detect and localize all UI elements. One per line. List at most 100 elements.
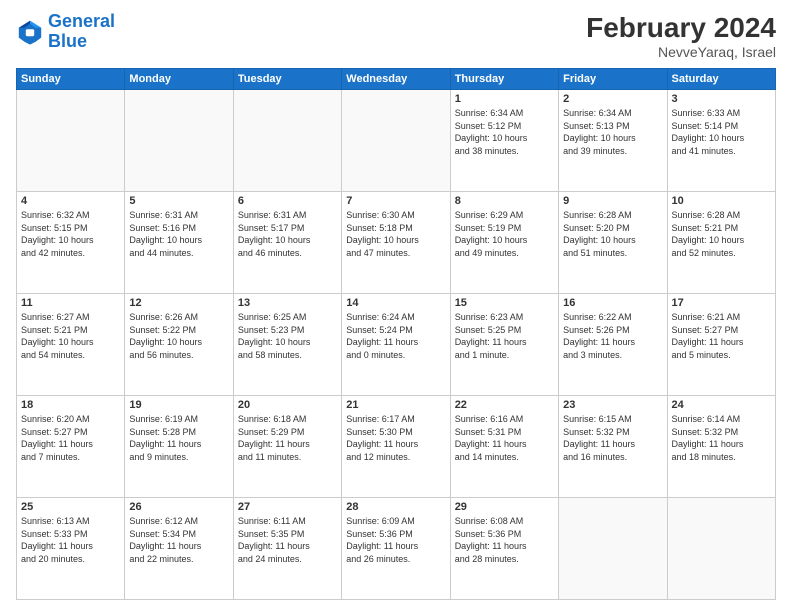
calendar-cell: 18 Sunrise: 6:20 AMSunset: 5:27 PMDayligh… [17, 396, 125, 498]
header: GeneralBlue February 2024 NevveYaraq, Is… [16, 12, 776, 60]
calendar-cell: 23Sunrise: 6:15 AMSunset: 5:32 PMDayligh… [559, 396, 667, 498]
calendar-cell: 12 Sunrise: 6:26 AMSunset: 5:22 PMDayligh… [125, 294, 233, 396]
calendar-cell: 24 Sunrise: 6:14 AMSunset: 5:32 PMDayligh… [667, 396, 775, 498]
day-number: 10 [672, 195, 771, 207]
calendar-cell: 10 Sunrise: 6:28 AMSunset: 5:21 PMDayligh… [667, 192, 775, 294]
day-info: Sunrise: 6:15 AMSunset: 5:32 PMDaylight:… [563, 413, 662, 463]
calendar-cell: 13 Sunrise: 6:25 AMSunset: 5:23 PMDayligh… [233, 294, 341, 396]
weekday-header-row: Sunday Monday Tuesday Wednesday Thursday… [17, 69, 776, 90]
day-number: 2 [563, 93, 662, 105]
month-year-title: February 2024 [586, 12, 776, 44]
day-number: 24 [672, 399, 771, 411]
day-number: 13 [238, 297, 337, 309]
day-info: Sunrise: 6:34 AMSunset: 5:13 PMDaylight:… [563, 107, 662, 157]
day-info: Sunrise: 6:31 AMSunset: 5:16 PMDaylight:… [129, 209, 228, 259]
day-info: Sunrise: 6:30 AMSunset: 5:18 PMDaylight:… [346, 209, 445, 259]
calendar-week-5: 25Sunrise: 6:13 AMSunset: 5:33 PMDayligh… [17, 498, 776, 600]
calendar-week-2: 4Sunrise: 6:32 AMSunset: 5:15 PMDaylight… [17, 192, 776, 294]
calendar-cell: 25Sunrise: 6:13 AMSunset: 5:33 PMDayligh… [17, 498, 125, 600]
title-block: February 2024 NevveYaraq, Israel [586, 12, 776, 60]
day-number: 29 [455, 501, 554, 513]
calendar-cell: 20 Sunrise: 6:18 AMSunset: 5:29 PMDayligh… [233, 396, 341, 498]
day-number: 20 [238, 399, 337, 411]
calendar-cell: 3Sunrise: 6:33 AMSunset: 5:14 PMDaylight… [667, 90, 775, 192]
day-number: 19 [129, 399, 228, 411]
day-number: 16 [563, 297, 662, 309]
logo-text: GeneralBlue [48, 12, 115, 52]
calendar-cell: 27 Sunrise: 6:11 AMSunset: 5:35 PMDayligh… [233, 498, 341, 600]
day-number: 15 [455, 297, 554, 309]
header-monday: Monday [125, 69, 233, 90]
calendar-week-4: 18 Sunrise: 6:20 AMSunset: 5:27 PMDayligh… [17, 396, 776, 498]
calendar-cell: 8 Sunrise: 6:29 AMSunset: 5:19 PMDaylight… [450, 192, 558, 294]
calendar-cell: 14Sunrise: 6:24 AMSunset: 5:24 PMDayligh… [342, 294, 450, 396]
day-number: 21 [346, 399, 445, 411]
day-number: 18 [21, 399, 120, 411]
calendar-cell: 17 Sunrise: 6:21 AMSunset: 5:27 PMDayligh… [667, 294, 775, 396]
day-info: Sunrise: 6:24 AMSunset: 5:24 PMDaylight:… [346, 311, 445, 361]
day-number: 12 [129, 297, 228, 309]
day-number: 27 [238, 501, 337, 513]
day-info: Sunrise: 6:29 AMSunset: 5:19 PMDaylight:… [455, 209, 554, 259]
calendar-cell: 15 Sunrise: 6:23 AMSunset: 5:25 PMDayligh… [450, 294, 558, 396]
day-info: Sunrise: 6:16 AMSunset: 5:31 PMDaylight:… [455, 413, 554, 463]
calendar-cell [342, 90, 450, 192]
day-number: 28 [346, 501, 445, 513]
header-wednesday: Wednesday [342, 69, 450, 90]
calendar-cell: 7 Sunrise: 6:30 AMSunset: 5:18 PMDaylight… [342, 192, 450, 294]
day-number: 8 [455, 195, 554, 207]
calendar-cell: 6 Sunrise: 6:31 AMSunset: 5:17 PMDaylight… [233, 192, 341, 294]
day-info: Sunrise: 6:34 AMSunset: 5:12 PMDaylight:… [455, 107, 554, 157]
day-info: Sunrise: 6:33 AMSunset: 5:14 PMDaylight:… [672, 107, 771, 157]
calendar-week-3: 11 Sunrise: 6:27 AMSunset: 5:21 PMDayligh… [17, 294, 776, 396]
calendar-cell: 21 Sunrise: 6:17 AMSunset: 5:30 PMDayligh… [342, 396, 450, 498]
day-number: 6 [238, 195, 337, 207]
day-info: Sunrise: 6:09 AMSunset: 5:36 PMDaylight:… [346, 515, 445, 565]
calendar-cell [559, 498, 667, 600]
calendar-cell: 26 Sunrise: 6:12 AMSunset: 5:34 PMDayligh… [125, 498, 233, 600]
day-info: Sunrise: 6:23 AMSunset: 5:25 PMDaylight:… [455, 311, 554, 361]
day-info: Sunrise: 6:31 AMSunset: 5:17 PMDaylight:… [238, 209, 337, 259]
calendar-cell: 28 Sunrise: 6:09 AMSunset: 5:36 PMDayligh… [342, 498, 450, 600]
day-number: 11 [21, 297, 120, 309]
day-info: Sunrise: 6:21 AMSunset: 5:27 PMDaylight:… [672, 311, 771, 361]
day-number: 26 [129, 501, 228, 513]
calendar-cell: 2 Sunrise: 6:34 AMSunset: 5:13 PMDaylight… [559, 90, 667, 192]
day-info: Sunrise: 6:22 AMSunset: 5:26 PMDaylight:… [563, 311, 662, 361]
day-info: Sunrise: 6:12 AMSunset: 5:34 PMDaylight:… [129, 515, 228, 565]
day-number: 7 [346, 195, 445, 207]
day-info: Sunrise: 6:27 AMSunset: 5:21 PMDaylight:… [21, 311, 120, 361]
day-info: Sunrise: 6:17 AMSunset: 5:30 PMDaylight:… [346, 413, 445, 463]
day-number: 17 [672, 297, 771, 309]
day-number: 1 [455, 93, 554, 105]
day-info: Sunrise: 6:14 AMSunset: 5:32 PMDaylight:… [672, 413, 771, 463]
calendar-cell: 22 Sunrise: 6:16 AMSunset: 5:31 PMDayligh… [450, 396, 558, 498]
logo: GeneralBlue [16, 12, 115, 52]
header-tuesday: Tuesday [233, 69, 341, 90]
calendar-cell: 4Sunrise: 6:32 AMSunset: 5:15 PMDaylight… [17, 192, 125, 294]
day-info: Sunrise: 6:20 AMSunset: 5:27 PMDaylight:… [21, 413, 120, 463]
header-friday: Friday [559, 69, 667, 90]
header-sunday: Sunday [17, 69, 125, 90]
calendar-cell [125, 90, 233, 192]
day-number: 9 [563, 195, 662, 207]
day-info: Sunrise: 6:18 AMSunset: 5:29 PMDaylight:… [238, 413, 337, 463]
day-info: Sunrise: 6:28 AMSunset: 5:21 PMDaylight:… [672, 209, 771, 259]
day-info: Sunrise: 6:11 AMSunset: 5:35 PMDaylight:… [238, 515, 337, 565]
day-number: 22 [455, 399, 554, 411]
header-thursday: Thursday [450, 69, 558, 90]
day-info: Sunrise: 6:25 AMSunset: 5:23 PMDaylight:… [238, 311, 337, 361]
calendar-cell: 29Sunrise: 6:08 AMSunset: 5:36 PMDayligh… [450, 498, 558, 600]
day-info: Sunrise: 6:13 AMSunset: 5:33 PMDaylight:… [21, 515, 120, 565]
calendar-cell: 1 Sunrise: 6:34 AMSunset: 5:12 PMDaylight… [450, 90, 558, 192]
day-number: 5 [129, 195, 228, 207]
logo-icon [16, 18, 44, 46]
day-info: Sunrise: 6:28 AMSunset: 5:20 PMDaylight:… [563, 209, 662, 259]
day-info: Sunrise: 6:26 AMSunset: 5:22 PMDaylight:… [129, 311, 228, 361]
calendar-week-1: 1 Sunrise: 6:34 AMSunset: 5:12 PMDaylight… [17, 90, 776, 192]
day-number: 4 [21, 195, 120, 207]
calendar-cell: 16 Sunrise: 6:22 AMSunset: 5:26 PMDayligh… [559, 294, 667, 396]
location-subtitle: NevveYaraq, Israel [586, 44, 776, 60]
calendar-cell: 5 Sunrise: 6:31 AMSunset: 5:16 PMDaylight… [125, 192, 233, 294]
day-info: Sunrise: 6:19 AMSunset: 5:28 PMDaylight:… [129, 413, 228, 463]
